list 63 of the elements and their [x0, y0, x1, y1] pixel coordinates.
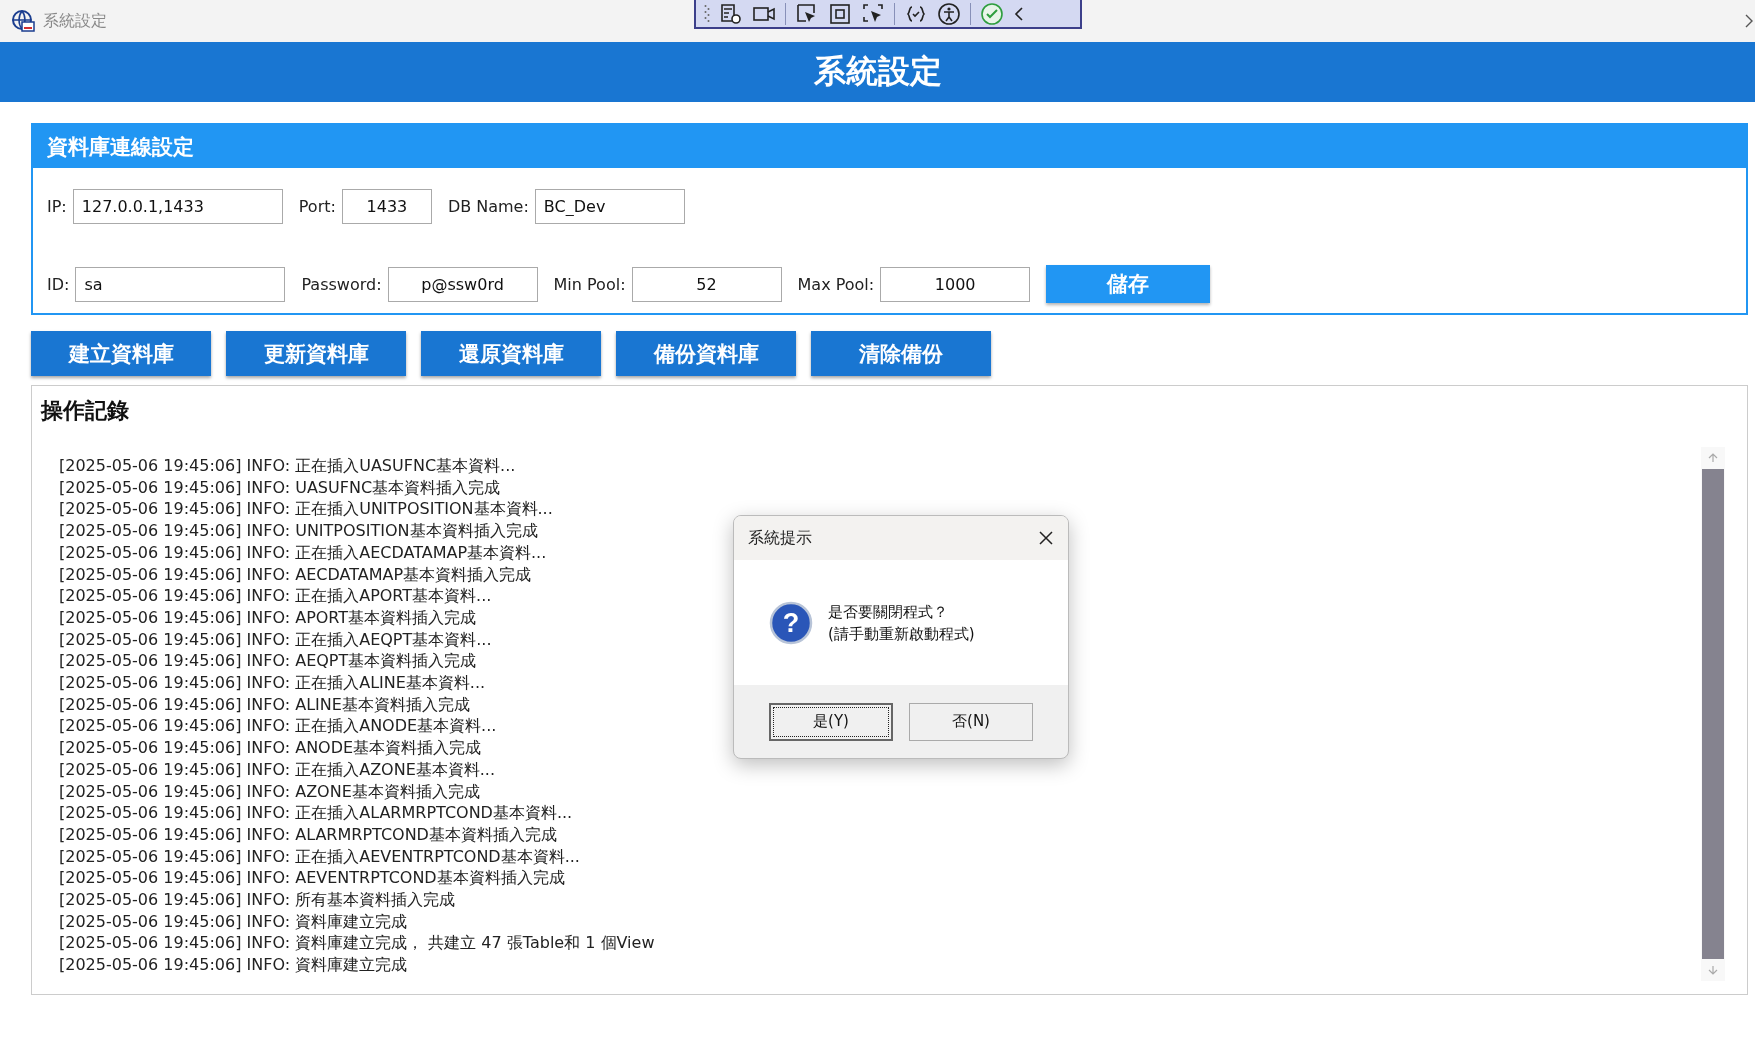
- dialog-button[interactable]: 否(N): [909, 702, 1033, 741]
- input-field[interactable]: p@ssw0rd: [387, 266, 538, 302]
- log-line: [2025-05-06 19:45:06] INFO: 正在插入UASUFNC基本資料...: [59, 455, 516, 477]
- grip-icon: [704, 2, 710, 25]
- question-icon: ?: [769, 600, 813, 645]
- field-label: IP:: [47, 197, 67, 216]
- layout-adorner-icon[interactable]: [828, 1, 852, 26]
- panel-title: 資料庫連線設定: [47, 133, 194, 161]
- log-line: [2025-05-06 19:45:06] INFO: AEVENTRPTCOND基本資料插入完成: [59, 867, 565, 890]
- page-title: 系統設定: [813, 51, 942, 92]
- log-line: [2025-05-06 19:45:06] INFO: ALARMRPTCOND基本資料插入完成: [59, 823, 557, 846]
- field-label: Password:: [301, 274, 382, 294]
- log-line: [2025-05-06 19:45:06] INFO: AZONE基本資料插入完成: [59, 780, 480, 803]
- input-field[interactable]: 1433: [341, 189, 432, 224]
- log-line: [2025-05-06 19:45:06] INFO: 正在插入UNITPOSITION基本資料...: [59, 498, 553, 521]
- log-line: [2025-05-06 19:45:06] INFO: 資料庫建立完成: [59, 954, 408, 976]
- log-line: [2025-05-06 19:45:06] INFO: APORT基本資料插入完成: [59, 606, 477, 629]
- action-button[interactable]: 更新資料庫: [226, 331, 406, 376]
- log-line: [2025-05-06 19:45:06] INFO: 正在插入ANODE基本資料...: [59, 715, 497, 738]
- log-line: [2025-05-06 19:45:06] INFO: 資料庫建立完成， 共建立 47 張Table和 1 個View: [59, 932, 655, 955]
- action-button[interactable]: 建立資料庫: [31, 331, 211, 376]
- input-field[interactable]: sa: [75, 266, 286, 302]
- close-icon[interactable]: [1038, 530, 1054, 546]
- dialog-message: (請手動重新啟動程式): [828, 623, 975, 645]
- action-button[interactable]: 備份資料庫: [616, 331, 796, 376]
- scroll-thumb[interactable]: [1702, 469, 1724, 959]
- input-field[interactable]: 127.0.0.1,1433: [72, 189, 283, 224]
- field-label: Min Pool:: [553, 274, 626, 294]
- log-line: [2025-05-06 19:45:06] INFO: UNITPOSITION基本資料插入完成: [59, 520, 538, 542]
- live-tree-icon[interactable]: [719, 1, 743, 26]
- checkmark-icon[interactable]: [980, 1, 1004, 26]
- log-line: [2025-05-06 19:45:06] INFO: ANODE基本資料插入完成: [59, 737, 482, 759]
- log-line: [2025-05-06 19:45:06] INFO: UASUFNC基本資料插入完成: [59, 476, 501, 499]
- dialog-title: 系統提示: [748, 527, 812, 549]
- dialog-button[interactable]: 是(Y): [769, 702, 893, 741]
- field-label: DB Name:: [447, 197, 529, 216]
- log-line: [2025-05-06 19:45:06] INFO: 資料庫建立完成: [59, 910, 408, 933]
- field-label: Port:: [298, 197, 336, 216]
- chevron-right-icon[interactable]: [1745, 13, 1753, 29]
- log-line: [2025-05-06 19:45:06] INFO: 正在插入AZONE基本資料...: [59, 758, 495, 781]
- field-label: Max Pool:: [797, 274, 875, 294]
- log-line: [2025-05-06 19:45:06] INFO: 正在插入AEQPT基本資料...: [59, 628, 492, 651]
- window-title: 系統設定: [43, 10, 107, 32]
- app-globe-icon: [11, 9, 35, 33]
- log-line: [2025-05-06 19:45:06] INFO: AECDATAMAP基本資料插入完成: [59, 563, 532, 586]
- log-line: [2025-05-06 19:45:06] INFO: AEQPT基本資料插入完成: [59, 650, 477, 673]
- dialog-message: 是否要關閉程式？: [828, 601, 949, 623]
- action-button[interactable]: 清除備份: [811, 331, 991, 376]
- log-line: [2025-05-06 19:45:06] INFO: 正在插入AECDATAMAP基本資料...: [59, 541, 547, 564]
- log-line: [2025-05-06 19:45:06] INFO: 正在插入ALARMRPTCOND基本資料...: [59, 802, 573, 824]
- log-line: [2025-05-06 19:45:06] INFO: 正在插入ALINE基本資料...: [59, 672, 486, 694]
- log-line: [2025-05-06 19:45:06] INFO: 正在插入APORT基本資料...: [59, 585, 492, 607]
- input-field[interactable]: 1000: [880, 266, 1031, 302]
- log-title: 操作記錄: [41, 397, 130, 425]
- log-line: [2025-05-06 19:45:06] INFO: 所有基本資料插入完成: [59, 889, 456, 911]
- field-label: ID:: [47, 274, 70, 294]
- action-button[interactable]: 還原資料庫: [421, 331, 601, 376]
- input-field[interactable]: 52: [631, 266, 782, 302]
- log-line: [2025-05-06 19:45:06] INFO: 正在插入AEVENTRPTCOND基本資料...: [59, 845, 580, 868]
- scrollbar[interactable]: [1701, 447, 1725, 981]
- log-line: [2025-05-06 19:45:06] INFO: ALINE基本資料插入完成: [59, 693, 470, 716]
- accessibility-icon[interactable]: [937, 1, 961, 26]
- input-field[interactable]: BC_Dev: [534, 189, 685, 224]
